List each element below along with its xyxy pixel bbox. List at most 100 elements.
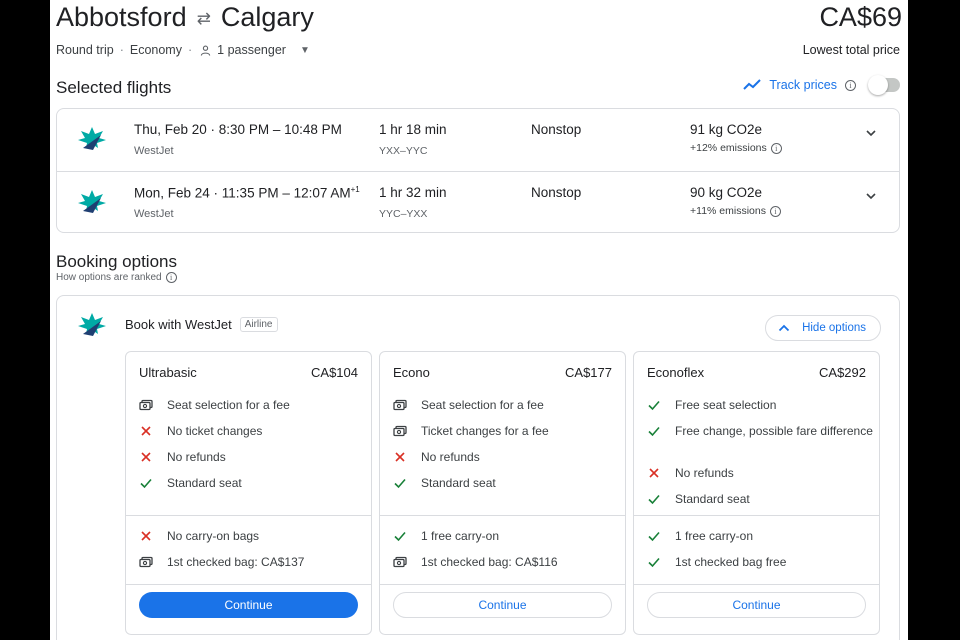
chevron-down-icon[interactable] <box>865 190 877 202</box>
money-icon <box>139 554 153 572</box>
route-title: Abbotsford ⇄ Calgary <box>56 2 314 33</box>
flight-stops: Nonstop <box>531 122 582 137</box>
fare-card: Econo CA$177 Seat selection for a fee Ticke… <box>379 351 626 635</box>
continue-button[interactable]: Continue <box>139 592 358 618</box>
money-icon <box>393 423 407 441</box>
flight-time: Mon, Feb 24 · 11:35 PM – 12:07 AM+1 <box>134 185 360 201</box>
fare-price: CA$104 <box>311 365 358 380</box>
westjet-logo-icon <box>78 127 106 150</box>
co2-value: 90 kg CO2e <box>690 185 763 200</box>
cross-icon <box>393 449 407 467</box>
co2-value: 91 kg CO2e <box>690 122 763 137</box>
swap-icon[interactable]: ⇄ <box>197 9 211 29</box>
info-icon[interactable]: i <box>770 142 782 154</box>
person-icon <box>200 45 211 56</box>
flight-duration: 1 hr 18 min <box>379 122 447 137</box>
caret-down-icon[interactable]: ▼ <box>300 45 310 56</box>
westjet-logo-icon <box>78 313 106 336</box>
booking-card: Book with WestJet Airline Hide options U… <box>56 295 900 640</box>
money-icon <box>393 554 407 572</box>
fare-feature: No refunds <box>139 449 367 467</box>
info-icon[interactable]: i <box>165 272 177 283</box>
price-note: Lowest total price <box>802 43 900 57</box>
divider <box>126 515 371 516</box>
flight-row[interactable]: Mon, Feb 24 · 11:35 PM – 12:07 AM+1 West… <box>57 171 899 233</box>
track-prices-toggle[interactable] <box>868 75 900 95</box>
fare-feature: Ticket changes for a fee <box>393 423 621 441</box>
origin-city: Abbotsford <box>56 2 187 32</box>
airline-badge: Airline <box>239 317 278 332</box>
bag-feature: 1st checked bag: CA$137 <box>139 554 367 572</box>
cross-icon <box>139 449 153 467</box>
divider <box>380 515 625 516</box>
money-icon <box>393 397 407 415</box>
hide-options-button[interactable]: Hide options <box>765 315 881 341</box>
flight-list: Thu, Feb 20 · 8:30 PM – 10:48 PM WestJet… <box>56 108 900 233</box>
page: Abbotsford ⇄ Calgary CA$69 Round trip · … <box>50 0 908 640</box>
check-icon <box>647 491 661 509</box>
emissions-note: +12% emissions i <box>690 142 782 154</box>
cabin-class[interactable]: Economy <box>130 43 182 57</box>
continue-button[interactable]: Continue <box>393 592 612 618</box>
fare-feature: Free change, possible fare difference <box>647 423 875 441</box>
flight-stops: Nonstop <box>531 185 582 200</box>
bag-feature: 1 free carry-on <box>393 528 621 546</box>
check-icon <box>647 528 661 546</box>
cross-icon <box>139 423 153 441</box>
fare-feature: Free seat selection <box>647 397 875 415</box>
flight-row[interactable]: Thu, Feb 20 · 8:30 PM – 10:48 PM WestJet… <box>57 109 899 171</box>
fare-feature: Standard seat <box>139 475 367 493</box>
fare-name: Ultrabasic <box>139 365 197 380</box>
emissions-note: +11% emissions i <box>690 205 781 217</box>
cross-icon <box>139 528 153 546</box>
fare-name: Econoflex <box>647 365 705 380</box>
bag-feature: No carry-on bags <box>139 528 367 546</box>
total-price: CA$69 <box>819 2 902 32</box>
fare-price: CA$177 <box>565 365 612 380</box>
airline-name: WestJet <box>134 208 174 220</box>
divider <box>126 584 371 585</box>
chevron-up-icon <box>778 324 790 332</box>
track-prices[interactable]: Track prices i <box>743 75 900 95</box>
airline-name: WestJet <box>134 145 174 157</box>
cross-icon <box>647 465 661 483</box>
divider <box>634 584 879 585</box>
fare-feature: Seat selection for a fee <box>393 397 621 415</box>
airport-codes: YXX–YYC <box>379 145 428 157</box>
divider <box>380 584 625 585</box>
westjet-logo-icon <box>78 190 106 213</box>
airport-codes: YYC–YXX <box>379 208 428 220</box>
trend-icon <box>743 79 762 90</box>
fare-name: Econo <box>393 365 430 380</box>
passenger-count[interactable]: 1 passenger <box>217 43 286 57</box>
selected-flights-title: Selected flights <box>56 78 172 97</box>
track-prices-label[interactable]: Track prices <box>769 78 837 92</box>
chevron-down-icon[interactable] <box>865 127 877 139</box>
fare-card: Econoflex CA$292 Free seat selection Free c… <box>633 351 880 635</box>
fare-feature: Standard seat <box>393 475 621 493</box>
check-icon <box>647 554 661 572</box>
money-icon <box>139 397 153 415</box>
check-icon <box>393 475 407 493</box>
fare-feature: Standard seat <box>647 491 875 509</box>
fare-feature: No ticket changes <box>139 423 367 441</box>
info-icon[interactable]: i <box>769 205 781 217</box>
ranking-note[interactable]: How options are ranked i <box>56 272 177 283</box>
bag-feature: 1 free carry-on <box>647 528 875 546</box>
bag-feature: 1st checked bag: CA$116 <box>393 554 621 572</box>
header: Abbotsford ⇄ Calgary CA$69 <box>56 2 902 36</box>
check-icon <box>647 397 661 415</box>
check-icon <box>393 528 407 546</box>
destination-city: Calgary <box>220 2 314 32</box>
fare-price: CA$292 <box>819 365 866 380</box>
info-icon[interactable]: i <box>845 79 856 91</box>
continue-button[interactable]: Continue <box>647 592 866 618</box>
booking-provider: Book with WestJet Airline <box>125 317 278 332</box>
trip-type[interactable]: Round trip <box>56 43 114 57</box>
booking-options-title: Booking options <box>56 252 177 271</box>
divider <box>634 515 879 516</box>
bag-feature: 1st checked bag free <box>647 554 875 572</box>
fare-card: Ultrabasic CA$104 Seat selection for a fee… <box>125 351 372 635</box>
fare-feature: No refunds <box>393 449 621 467</box>
fare-feature: Seat selection for a fee <box>139 397 367 415</box>
